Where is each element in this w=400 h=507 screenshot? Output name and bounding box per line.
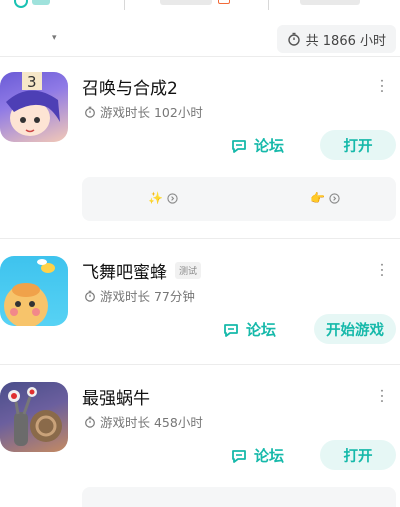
game-news-box[interactable]: ✨ 👉 bbox=[82, 177, 396, 221]
row-divider bbox=[0, 364, 400, 365]
game-playtime-text: 游戏时长 102小时 bbox=[100, 105, 203, 120]
sort-dropdown-icon[interactable]: ▾ bbox=[52, 33, 57, 43]
game-playtime: 游戏时长 458小时 bbox=[84, 412, 203, 431]
game-title[interactable]: 最强蜗牛 bbox=[82, 384, 150, 409]
forum-chat-icon bbox=[232, 139, 246, 153]
stopwatch-icon bbox=[85, 106, 95, 118]
news-item[interactable]: ✨ bbox=[148, 191, 178, 205]
tab-reserved[interactable] bbox=[160, 0, 212, 5]
total-playtime-label: 共 1866 小时 bbox=[305, 33, 386, 49]
chevron-circle-icon bbox=[329, 192, 340, 204]
forum-button[interactable]: 论坛 bbox=[222, 319, 276, 340]
tab-badge-icon bbox=[218, 0, 230, 4]
game-playtime-text: 游戏时长 458小时 bbox=[100, 415, 203, 430]
game-news-box[interactable] bbox=[82, 487, 396, 507]
forum-button[interactable]: 论坛 bbox=[230, 135, 284, 156]
sparkle-icon: ✨ bbox=[148, 191, 163, 205]
header-divider bbox=[0, 56, 400, 57]
chevron-circle-icon bbox=[167, 192, 178, 204]
forum-label: 论坛 bbox=[254, 137, 285, 155]
svg-text:3: 3 bbox=[27, 73, 37, 91]
row-divider bbox=[0, 238, 400, 239]
game-title[interactable]: 飞舞吧蜜蜂 测试 bbox=[82, 258, 202, 283]
stopwatch-icon bbox=[287, 32, 300, 46]
game-playtime: 游戏时长 77分钟 bbox=[84, 286, 195, 305]
tab-bar bbox=[0, 0, 400, 16]
tab-divider bbox=[124, 0, 125, 10]
game-title[interactable]: 召唤与合成2 bbox=[82, 74, 178, 99]
test-tag: 测试 bbox=[175, 262, 202, 279]
more-menu-icon[interactable]: ⋯ bbox=[373, 78, 392, 94]
bee-game-icon[interactable] bbox=[0, 256, 68, 326]
tab-purchased[interactable] bbox=[300, 0, 360, 5]
forum-label: 论坛 bbox=[246, 321, 277, 339]
forum-chat-icon bbox=[224, 323, 238, 337]
stopwatch-icon bbox=[85, 416, 95, 428]
game-title-text: 召唤与合成2 bbox=[82, 79, 178, 99]
pointing-hand-icon: 👉 bbox=[310, 191, 325, 205]
news-item[interactable]: 👉 bbox=[310, 191, 340, 205]
snail-game-icon[interactable] bbox=[0, 382, 68, 452]
total-playtime-badge: 共 1866 小时 bbox=[276, 25, 396, 53]
game-playtime: 游戏时长 102小时 bbox=[84, 102, 203, 121]
tab-divider bbox=[268, 0, 269, 10]
game-title-text: 飞舞吧蜜蜂 bbox=[82, 263, 167, 283]
open-game-button[interactable]: 打开 bbox=[320, 440, 396, 470]
forum-chat-icon bbox=[232, 449, 246, 463]
stopwatch-icon bbox=[85, 290, 95, 302]
game-title-text: 最强蜗牛 bbox=[82, 389, 150, 409]
game-playtime-text: 游戏时长 77分钟 bbox=[100, 289, 195, 304]
forum-button[interactable]: 论坛 bbox=[230, 445, 284, 466]
more-menu-icon[interactable]: ⋯ bbox=[373, 388, 392, 404]
tab-active-icon[interactable] bbox=[14, 0, 28, 8]
tab-played[interactable] bbox=[32, 0, 50, 5]
forum-label: 论坛 bbox=[254, 447, 285, 465]
more-menu-icon[interactable]: ⋯ bbox=[373, 262, 392, 278]
anime-girl-game-icon[interactable]: 3 bbox=[0, 72, 68, 142]
start-game-button[interactable]: 开始游戏 bbox=[314, 314, 396, 344]
open-game-button[interactable]: 打开 bbox=[320, 130, 396, 160]
